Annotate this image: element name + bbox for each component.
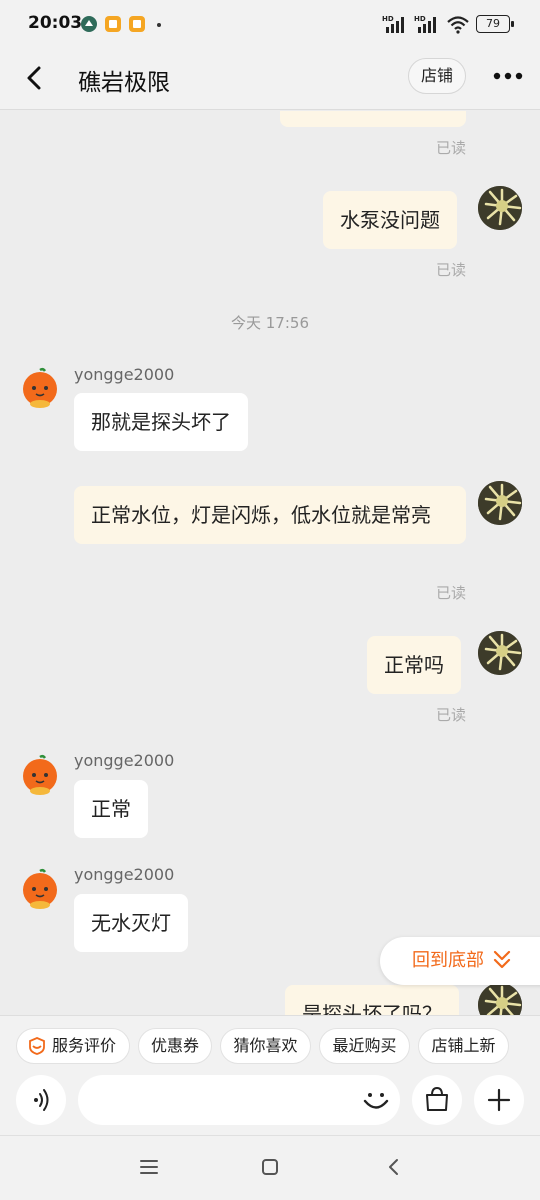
read-receipt: 已读: [435, 706, 466, 724]
status-indicators: HD HD 79: [382, 14, 514, 34]
flower-avatar-icon: [478, 186, 522, 230]
chip-service-rating[interactable]: 服务评价: [16, 1028, 130, 1064]
my-avatar[interactable]: [478, 983, 522, 1015]
more-notifications-dot-icon: [157, 23, 161, 27]
more-options-icon[interactable]: [492, 68, 524, 84]
chip-coupons[interactable]: 优惠券: [138, 1028, 212, 1064]
message-bubble[interactable]: 正常吗: [367, 636, 461, 694]
orange-mascot-icon: [23, 868, 57, 909]
scroll-to-bottom-label: 回到底部: [412, 950, 484, 971]
svg-text:HD: HD: [414, 15, 426, 23]
flower-avatar-icon: [478, 631, 522, 675]
message-input[interactable]: [78, 1075, 400, 1125]
double-chevron-down-icon: [493, 950, 511, 969]
system-navigation-bar: [0, 1135, 540, 1200]
chat-message-list[interactable]: 已读 水泵没问题 已读 今天 17:56 yongge2000 那就是探头坏了: [0, 111, 540, 1015]
orange-mascot-icon: [23, 367, 57, 408]
message-bubble[interactable]: 水泵没问题: [323, 191, 457, 249]
chip-label: 最近购买: [332, 1036, 397, 1055]
chip-label: 优惠券: [150, 1036, 199, 1055]
signal-icon: HD: [414, 15, 436, 33]
home-icon[interactable]: [258, 1155, 282, 1179]
read-receipt: 已读: [435, 261, 466, 279]
chat-date-divider: 今天 17:56: [231, 314, 309, 332]
message-input-bar: [0, 1075, 540, 1135]
my-avatar[interactable]: [478, 481, 522, 525]
seller-avatar[interactable]: [18, 367, 62, 411]
sender-name: yongge2000: [74, 365, 175, 384]
back-icon[interactable]: [382, 1155, 406, 1179]
seller-avatar[interactable]: [18, 754, 62, 798]
status-bar: 20:03 HD HD 79: [0, 0, 540, 48]
scroll-to-bottom-button[interactable]: 回到底部: [380, 937, 540, 985]
product-button[interactable]: [412, 1075, 462, 1125]
notification-icon: [105, 16, 121, 32]
status-time: 20:03: [28, 13, 83, 33]
chip-label: 猜你喜欢: [233, 1036, 298, 1055]
my-avatar[interactable]: [478, 631, 522, 675]
menu-icon[interactable]: [137, 1155, 161, 1179]
svg-text:HD: HD: [382, 15, 394, 23]
my-avatar[interactable]: [478, 186, 522, 230]
chat-title: 礁岩极限: [78, 70, 170, 96]
chip-label: 服务评价: [51, 1036, 116, 1055]
flower-avatar-icon: [478, 983, 522, 1015]
message-bubble[interactable]: 是探头坏了吗？: [285, 985, 459, 1015]
app-notification-icon: [81, 16, 97, 32]
more-actions-button[interactable]: [474, 1075, 524, 1125]
orange-mascot-icon: [23, 754, 57, 795]
seller-avatar[interactable]: [18, 868, 62, 912]
message-bubble[interactable]: 正常: [74, 780, 148, 838]
voice-icon: [34, 1089, 49, 1111]
wifi-icon: [447, 16, 469, 34]
flower-avatar-icon: [478, 481, 522, 525]
shopping-bag-icon: [426, 1086, 448, 1111]
message-bubble-partial: [280, 111, 466, 127]
emoji-icon[interactable]: [360, 1084, 392, 1116]
voice-input-button[interactable]: [16, 1075, 66, 1125]
sender-name: yongge2000: [74, 865, 175, 884]
chip-store-new-arrivals[interactable]: 店铺上新: [418, 1028, 509, 1064]
store-button[interactable]: 店铺: [408, 58, 466, 94]
message-bubble[interactable]: 无水灭灯: [74, 894, 188, 952]
signal-icon: HD: [382, 15, 404, 33]
message-bubble[interactable]: 那就是探头坏了: [74, 393, 248, 451]
message-bubble[interactable]: 正常水位，灯是闪烁，低水位就是常亮: [74, 486, 466, 544]
chat-header: 礁岩极限 店铺: [0, 48, 540, 110]
service-rating-icon: [29, 1037, 45, 1055]
notification-icon: [129, 16, 145, 32]
plus-icon: [487, 1088, 511, 1112]
back-arrow-icon[interactable]: [20, 62, 48, 94]
sender-name: yongge2000: [74, 751, 175, 770]
chip-recommendations[interactable]: 猜你喜欢: [220, 1028, 311, 1064]
chip-label: 店铺上新: [431, 1036, 496, 1055]
read-receipt: 已读: [435, 584, 466, 602]
read-receipt: 已读: [435, 139, 466, 157]
battery-indicator: 79: [476, 15, 514, 33]
quick-action-bar: 服务评价 优惠券 猜你喜欢 最近购买 店铺上新: [0, 1015, 540, 1075]
chip-recent-purchases[interactable]: 最近购买: [319, 1028, 410, 1064]
